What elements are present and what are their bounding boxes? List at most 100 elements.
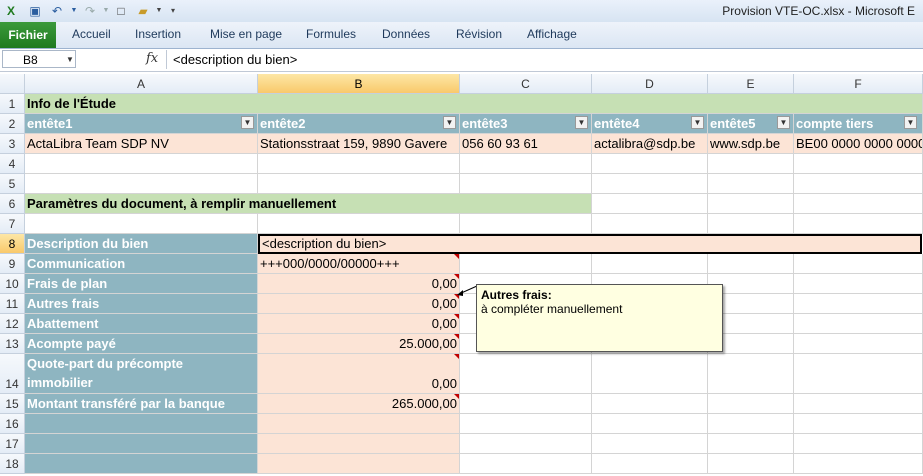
filter-dropdown-icon[interactable]: ▼ xyxy=(904,116,917,129)
column-header-b[interactable]: B xyxy=(258,74,460,94)
cell-a14[interactable]: Quote-part du précompte immobilier xyxy=(25,354,258,394)
empty-cell[interactable] xyxy=(592,254,708,274)
cell-b10[interactable]: 0,00 xyxy=(258,274,460,294)
row-header-8[interactable]: 8 xyxy=(0,234,25,254)
empty-cell[interactable] xyxy=(592,354,708,394)
empty-cell[interactable] xyxy=(794,254,923,274)
empty-cell[interactable] xyxy=(25,214,258,234)
empty-cell[interactable] xyxy=(794,434,923,454)
undo-dropdown-icon[interactable]: ▼ xyxy=(66,3,82,19)
cell-d3[interactable]: actalibra@sdp.be xyxy=(592,134,708,154)
row-header-17[interactable]: 17 xyxy=(0,434,25,454)
filter-dropdown-icon[interactable]: ▼ xyxy=(241,116,254,129)
row-header-4[interactable]: 4 xyxy=(0,154,25,174)
tab-page-layout[interactable]: Mise en page xyxy=(210,27,282,41)
comment-indicator-icon[interactable] xyxy=(454,394,459,399)
cell-b13[interactable]: 25.000,00 xyxy=(258,334,460,354)
filter-dropdown-icon[interactable]: ▼ xyxy=(691,116,704,129)
cell-b15[interactable]: 265.000,00 xyxy=(258,394,460,414)
empty-cell[interactable] xyxy=(794,354,923,394)
empty-cell[interactable] xyxy=(708,434,794,454)
empty-cell[interactable] xyxy=(592,174,708,194)
redo-icon[interactable]: ↷ xyxy=(82,3,98,19)
empty-cell[interactable] xyxy=(708,194,794,214)
empty-cell[interactable] xyxy=(794,274,923,294)
empty-cell[interactable] xyxy=(25,154,258,174)
row-header-7[interactable]: 7 xyxy=(0,214,25,234)
cell-b3[interactable]: Stationsstraat 159, 9890 Gavere xyxy=(258,134,460,154)
row-header-14[interactable]: 14 xyxy=(0,354,25,394)
formula-input[interactable]: <description du bien> xyxy=(166,50,923,69)
customize-toolbar-icon[interactable]: ▾ xyxy=(165,3,181,19)
cell-b8-selected[interactable]: <description du bien> xyxy=(258,234,922,254)
cell-b11[interactable]: 0,00 xyxy=(258,294,460,314)
cell-b9[interactable]: +++000/0000/00000+++ xyxy=(258,254,460,274)
cell-a15[interactable]: Montant transféré par la banque xyxy=(25,394,258,414)
row-header-2[interactable]: 2 xyxy=(0,114,25,134)
empty-cell[interactable] xyxy=(592,214,708,234)
empty-cell[interactable] xyxy=(592,414,708,434)
empty-cell[interactable] xyxy=(258,154,460,174)
row-header-18[interactable]: 18 xyxy=(0,454,25,474)
empty-cell[interactable] xyxy=(592,394,708,414)
cell-b16[interactable] xyxy=(258,414,460,434)
empty-cell[interactable] xyxy=(460,414,592,434)
cell-b12[interactable]: 0,00 xyxy=(258,314,460,334)
empty-cell[interactable] xyxy=(794,174,923,194)
cell-a6[interactable]: Paramètres du document, à remplir manuel… xyxy=(25,194,592,214)
empty-cell[interactable] xyxy=(708,454,794,474)
insert-function-icon[interactable]: fx xyxy=(146,51,158,66)
row-header-11[interactable]: 11 xyxy=(0,294,25,314)
column-header-f[interactable]: F xyxy=(794,74,923,94)
comment-indicator-icon[interactable] xyxy=(454,314,459,319)
column-header-e[interactable]: E xyxy=(708,74,794,94)
cell-b2[interactable]: entête2 ▼ xyxy=(258,114,460,134)
tab-data[interactable]: Données xyxy=(382,27,430,41)
tab-view[interactable]: Affichage xyxy=(527,27,577,41)
empty-cell[interactable] xyxy=(794,194,923,214)
cell-b17[interactable] xyxy=(258,434,460,454)
empty-cell[interactable] xyxy=(794,334,923,354)
column-header-d[interactable]: D xyxy=(592,74,708,94)
row-header-3[interactable]: 3 xyxy=(0,134,25,154)
comment-indicator-icon[interactable] xyxy=(454,254,459,259)
empty-cell[interactable] xyxy=(708,214,794,234)
empty-cell[interactable] xyxy=(708,174,794,194)
tab-review[interactable]: Révision xyxy=(456,27,502,41)
empty-cell[interactable] xyxy=(460,454,592,474)
undo-icon[interactable]: ↶ xyxy=(49,3,65,19)
row-header-9[interactable]: 9 xyxy=(0,254,25,274)
row-header-6[interactable]: 6 xyxy=(0,194,25,214)
cell-a12[interactable]: Abattement xyxy=(25,314,258,334)
tab-formulas[interactable]: Formules xyxy=(306,27,356,41)
filter-dropdown-icon[interactable]: ▼ xyxy=(575,116,588,129)
empty-cell[interactable] xyxy=(794,214,923,234)
row-header-1[interactable]: 1 xyxy=(0,94,25,114)
empty-cell[interactable] xyxy=(708,254,794,274)
row-header-15[interactable]: 15 xyxy=(0,394,25,414)
comment-indicator-icon[interactable] xyxy=(454,354,459,359)
empty-cell[interactable] xyxy=(460,394,592,414)
cell-f2[interactable]: compte tiers ▼ xyxy=(794,114,923,134)
empty-cell[interactable] xyxy=(460,154,592,174)
row-header-16[interactable]: 16 xyxy=(0,414,25,434)
empty-cell[interactable] xyxy=(460,254,592,274)
name-box-dropdown-icon[interactable]: ▼ xyxy=(66,55,74,64)
cell-c3[interactable]: 056 60 93 61 xyxy=(460,134,592,154)
empty-cell[interactable] xyxy=(708,394,794,414)
empty-cell[interactable] xyxy=(794,394,923,414)
column-header-a[interactable]: A xyxy=(25,74,258,94)
empty-cell[interactable] xyxy=(258,174,460,194)
tab-home[interactable]: Accueil xyxy=(72,27,111,41)
cell-a2[interactable]: entête1 ▼ xyxy=(25,114,258,134)
empty-cell[interactable] xyxy=(592,434,708,454)
empty-cell[interactable] xyxy=(592,194,708,214)
cell-a8[interactable]: Description du bien xyxy=(25,234,258,254)
empty-cell[interactable] xyxy=(708,414,794,434)
empty-cell[interactable] xyxy=(258,214,460,234)
spreadsheet-grid[interactable]: A B C D E F 1 2 3 4 5 6 7 8 9 10 11 12 1… xyxy=(0,74,923,476)
filter-dropdown-icon[interactable]: ▼ xyxy=(777,116,790,129)
empty-cell[interactable] xyxy=(708,154,794,174)
cell-d2[interactable]: entête4 ▼ xyxy=(592,114,708,134)
empty-cell[interactable] xyxy=(592,454,708,474)
